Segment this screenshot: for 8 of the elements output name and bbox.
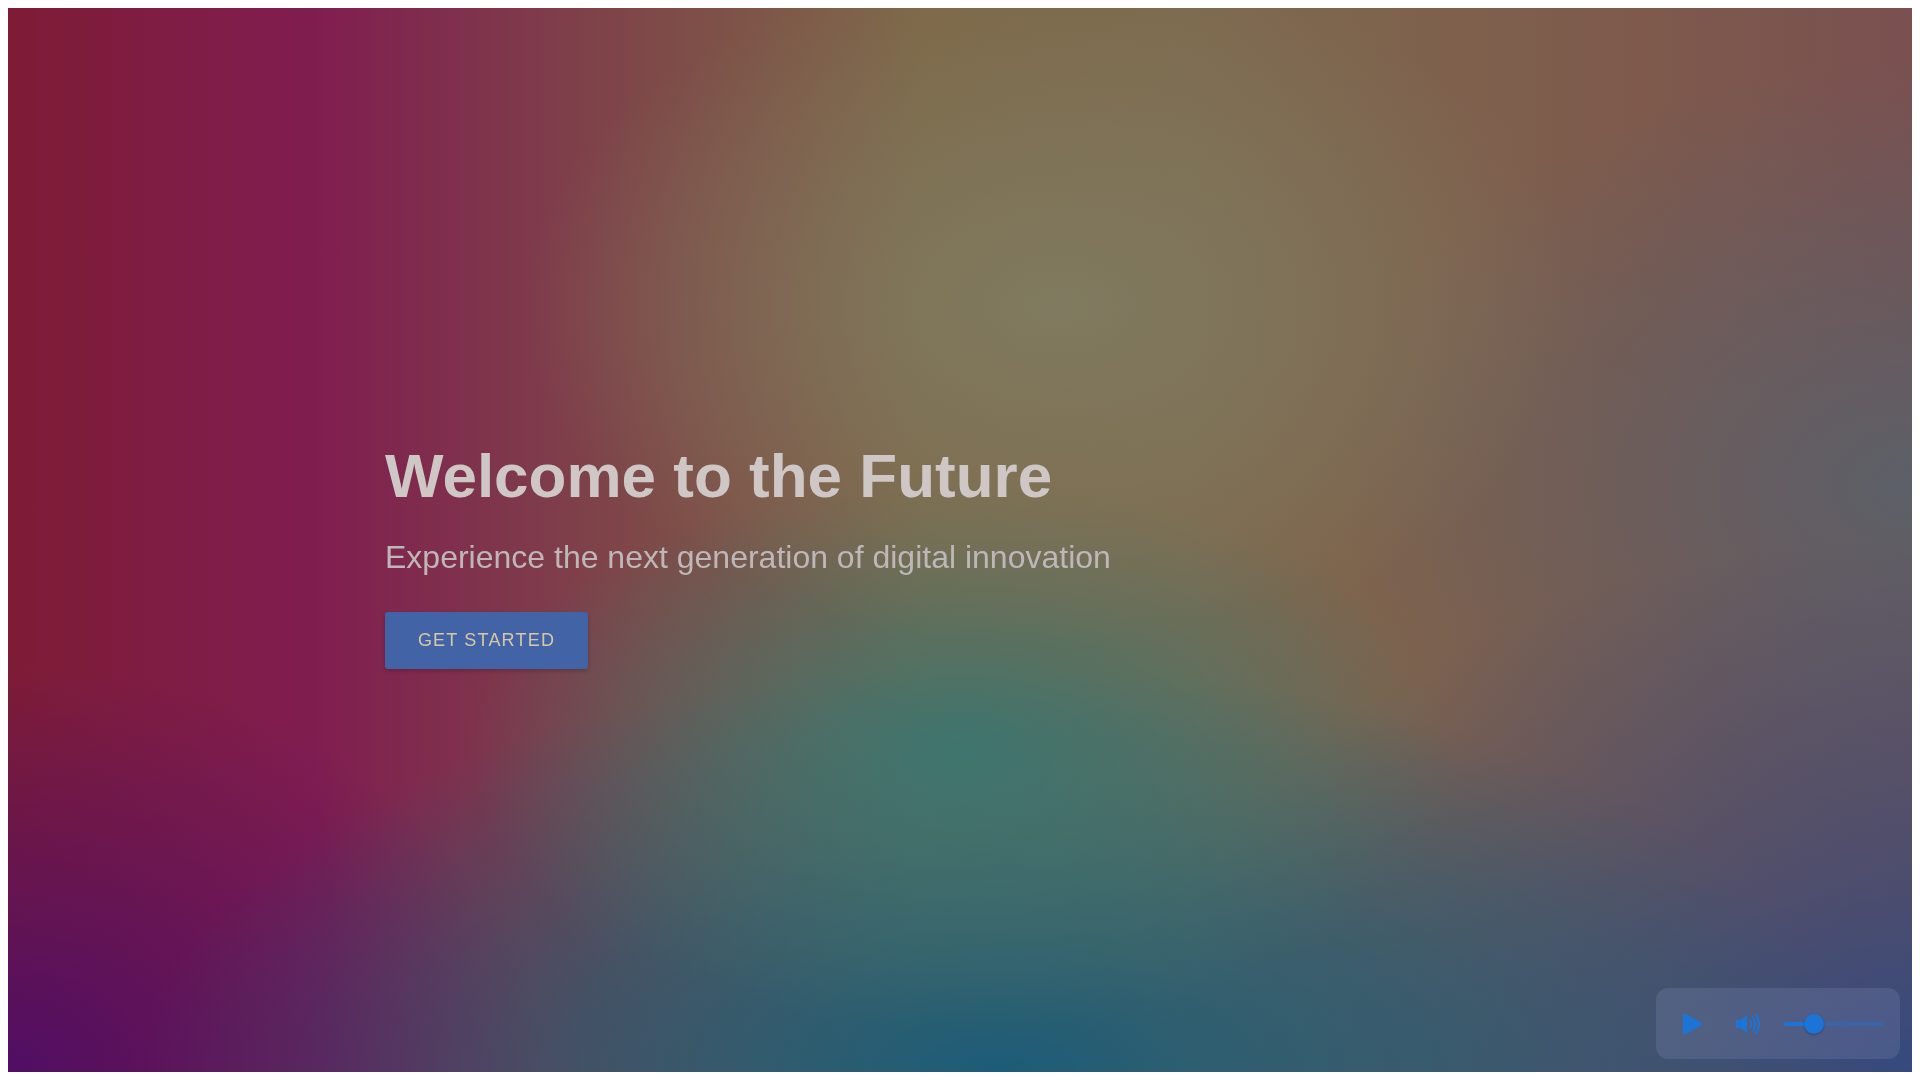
speaker-icon (1736, 1012, 1760, 1035)
volume-thumb[interactable] (1803, 1013, 1824, 1034)
play-icon (1682, 1011, 1703, 1036)
get-started-button[interactable]: GET STARTED (385, 612, 588, 669)
hero-subtitle: Experience the next generation of digital innovation (385, 538, 1111, 577)
hero-title: Welcome to the Future (385, 440, 1053, 512)
play-button[interactable] (1682, 1011, 1703, 1036)
volume-button[interactable] (1736, 1012, 1760, 1035)
